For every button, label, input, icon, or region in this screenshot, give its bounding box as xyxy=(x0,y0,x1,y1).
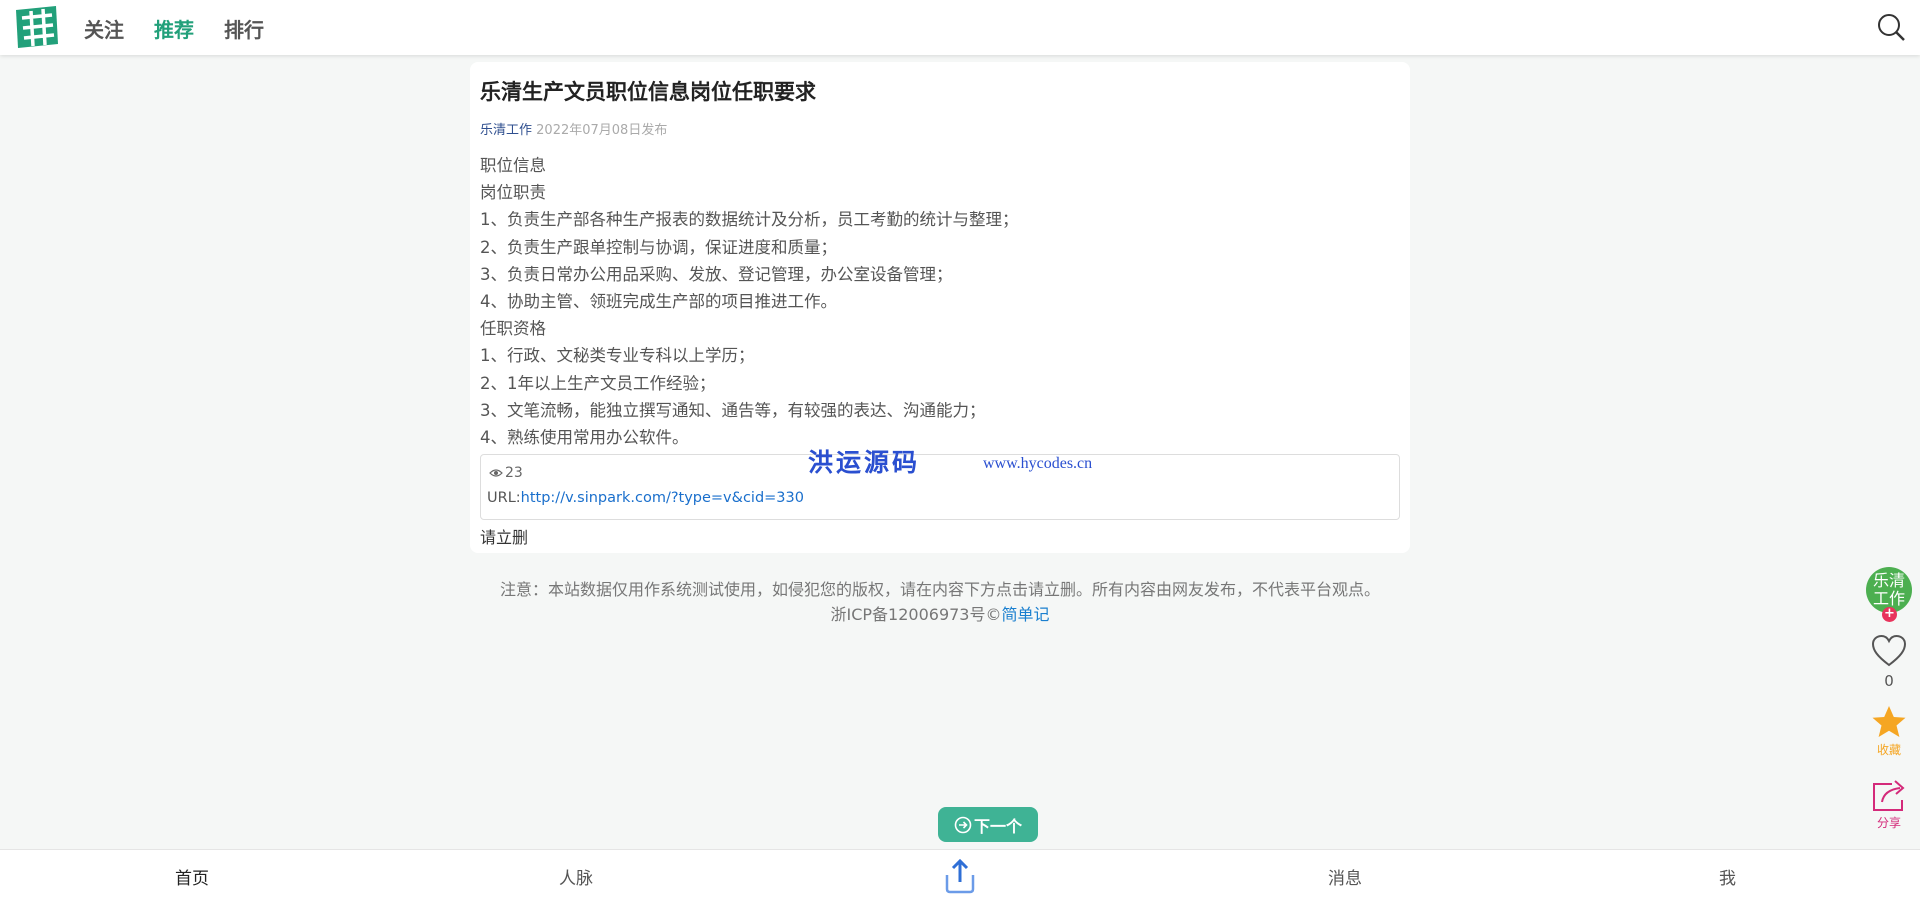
content-line: 4、熟练使用常用办公软件。 xyxy=(480,428,689,448)
author-link[interactable]: 乐清工作 xyxy=(480,123,532,138)
view-count: 23 xyxy=(489,465,523,481)
share-icon xyxy=(1873,780,1905,811)
report-delete-link[interactable]: 请立删 xyxy=(480,524,528,548)
url-label: URL: xyxy=(487,490,521,506)
tab-recommend[interactable]: 推荐 xyxy=(154,14,194,43)
view-count-value: 23 xyxy=(505,465,523,481)
tab-follow[interactable]: 关注 xyxy=(84,14,124,43)
content-line: 2、负责生产跟单控制与协调，保证进度和质量； xyxy=(480,237,837,257)
content-line: 1、负责生产部各种生产报表的数据统计及分析，员工考勤的统计与整理； xyxy=(480,210,1019,230)
search-icon[interactable] xyxy=(1876,12,1906,42)
content-line: 3、负责日常办公用品采购、发放、登记管理，办公室设备管理； xyxy=(480,264,953,284)
disclaimer-notice: 注意：本站数据仅用作系统测试使用，如侵犯您的版权，请在内容下方点击请立删。所有内… xyxy=(499,580,1380,599)
upload-icon[interactable] xyxy=(942,858,978,894)
source-url-line: URL:http://v.sinpark.com/?type=v&cid=330 xyxy=(487,490,804,506)
brand-link[interactable]: 简单记 xyxy=(1001,605,1049,624)
like-count: 0 xyxy=(1884,672,1894,690)
watermark-url: www.hycodes.cn xyxy=(983,455,1093,472)
bottom-nav-contacts[interactable]: 人脉 xyxy=(559,864,593,889)
publish-date: 2022年07月08日发布 xyxy=(536,123,668,138)
icp-number: 浙ICP备12006973号© xyxy=(830,605,1002,624)
content-line: 岗位职责 xyxy=(480,183,546,203)
source-url-link[interactable]: http://v.sinpark.com/?type=v&cid=330 xyxy=(521,490,804,506)
content-line: 任职资格 xyxy=(480,319,546,339)
arrow-circle-right-icon xyxy=(954,816,972,833)
bottom-nav-me[interactable]: 我 xyxy=(1719,864,1736,889)
article-card: 乐清生产文员职位信息岗位任职要求 乐清工作 2022年07月08日发布 职位信息… xyxy=(470,62,1410,553)
article-content: 职位信息 岗位职责 1、负责生产部各种生产报表的数据统计及分析，员工考勤的统计与… xyxy=(480,152,1019,451)
follow-plus-button[interactable]: + xyxy=(1882,607,1897,622)
bottom-navigation-bar: 首页 人脉 消息 我 xyxy=(0,849,1920,920)
like-button[interactable]: 0 xyxy=(1866,634,1912,690)
watermark-text: 洪运源码 xyxy=(808,448,921,477)
favorite-button[interactable]: 收藏 xyxy=(1866,705,1912,757)
next-button[interactable]: 下一个 xyxy=(938,807,1038,842)
next-button-label: 下一个 xyxy=(973,816,1022,836)
star-icon xyxy=(1872,706,1906,737)
tab-ranking[interactable]: 排行 xyxy=(224,14,264,43)
content-line: 4、协助主管、领班完成生产部的项目推进工作。 xyxy=(480,292,837,312)
app-logo-icon[interactable] xyxy=(12,4,60,50)
eye-icon xyxy=(489,469,503,477)
heart-icon xyxy=(1871,634,1907,667)
article-info-box: 23 URL:http://v.sinpark.com/?type=v&cid=… xyxy=(480,454,1400,520)
article-title: 乐清生产文员职位信息岗位任职要求 xyxy=(480,80,816,104)
bottom-nav-messages[interactable]: 消息 xyxy=(1328,864,1362,889)
bottom-nav-home[interactable]: 首页 xyxy=(175,864,209,889)
content-line: 2、1年以上生产文员工作经验； xyxy=(480,373,716,393)
content-line: 职位信息 xyxy=(480,156,546,175)
share-button[interactable]: 分享 xyxy=(1866,778,1912,830)
content-line: 1、行政、文秘类专业专科以上学历； xyxy=(480,346,755,366)
content-line: 3、文笔流畅，能独立撰写通知、通告等，有较强的表达、沟通能力； xyxy=(480,400,986,420)
share-label: 分享 xyxy=(1876,816,1901,830)
top-navigation-bar: 关注 推荐 排行 xyxy=(0,0,1920,55)
icp-footer: 浙ICP备12006973号©简单记 xyxy=(470,601,1410,625)
article-meta: 乐清工作 2022年07月08日发布 xyxy=(480,119,667,138)
favorite-label: 收藏 xyxy=(1876,743,1901,757)
